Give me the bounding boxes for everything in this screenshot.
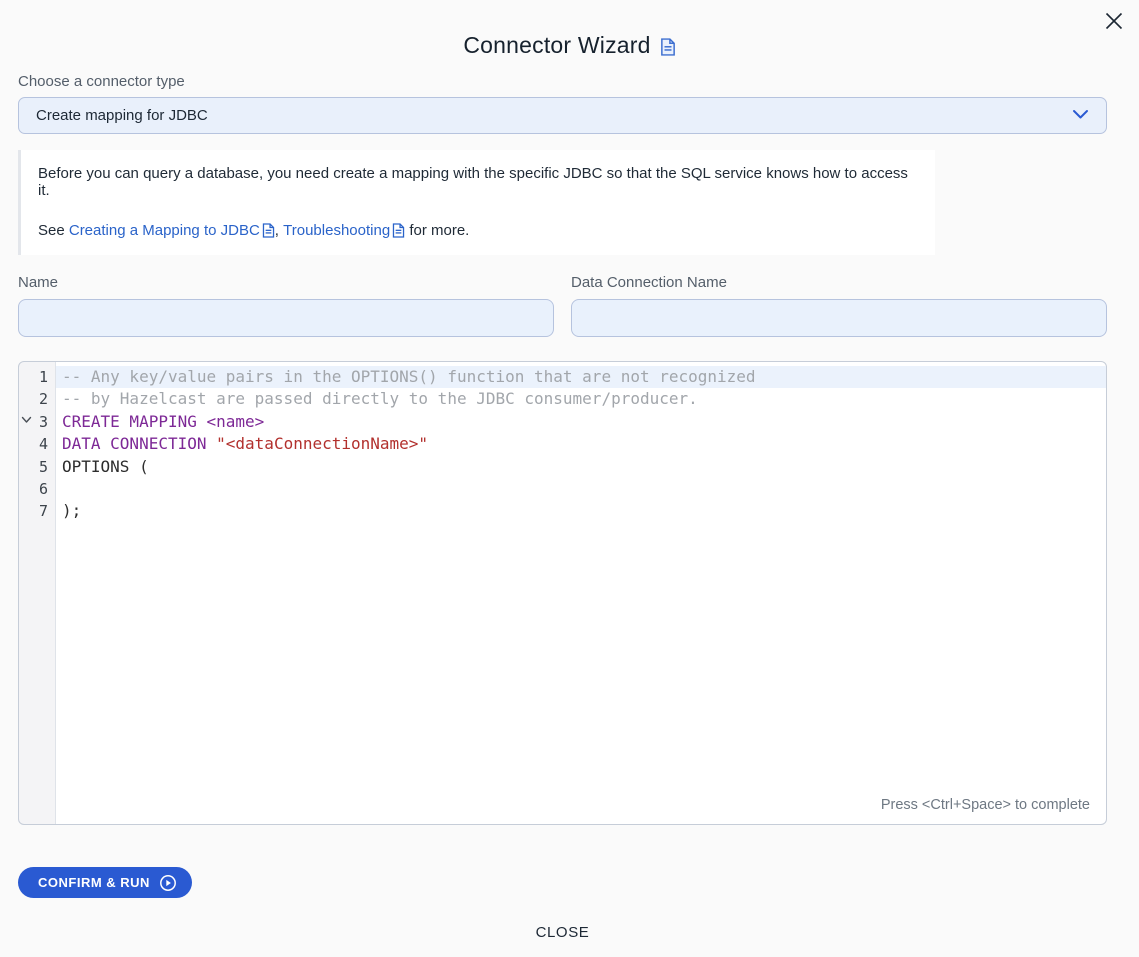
- form-row: Name Data Connection Name: [18, 274, 1107, 337]
- code-token-string: "<dataConnectionName>": [216, 434, 428, 453]
- name-field-group: Name: [18, 274, 554, 337]
- name-label: Name: [18, 274, 554, 291]
- line-number: 6: [19, 478, 56, 500]
- code-line[interactable]: 1 -- Any key/value pairs in the OPTIONS()…: [19, 366, 1106, 388]
- line-number-text: 6: [39, 480, 48, 498]
- dialog-footer: CLOSE: [18, 924, 1107, 942]
- docs-icon[interactable]: [660, 38, 676, 56]
- code-line-content: -- by Hazelcast are passed directly to t…: [56, 388, 1106, 410]
- line-number: 5: [19, 456, 56, 478]
- code-token-keyword: CREATE MAPPING: [62, 412, 197, 431]
- code-line[interactable]: 3 CREATE MAPPING <name>: [19, 411, 1106, 433]
- link-troubleshooting-label: Troubleshooting: [283, 222, 390, 239]
- link-creating-mapping-jdbc[interactable]: Creating a Mapping to JDBC: [69, 222, 275, 239]
- code-token-keyword: <name>: [207, 412, 265, 431]
- document-icon: [392, 223, 405, 238]
- close-button[interactable]: CLOSE: [536, 924, 590, 941]
- line-number-text: 2: [39, 390, 48, 408]
- code-line[interactable]: 2 -- by Hazelcast are passed directly to …: [19, 388, 1106, 410]
- confirm-run-label: CONFIRM & RUN: [38, 875, 150, 890]
- info-text: Before you can query a database, you nee…: [38, 165, 919, 199]
- close-icon[interactable]: [1099, 6, 1129, 39]
- line-number: 3: [19, 411, 56, 433]
- code-token-plain: OPTIONS (: [62, 457, 149, 476]
- connector-type-label: Choose a connector type: [18, 73, 1107, 90]
- code-token-keyword: DATA CONNECTION: [62, 434, 207, 453]
- code-token-plain: [207, 434, 217, 453]
- code-token-plain: );: [62, 501, 81, 520]
- dialog-body: Choose a connector type Create mapping f…: [18, 73, 1107, 942]
- code-line[interactable]: 6: [19, 478, 1106, 500]
- code-line-content: CREATE MAPPING <name>: [56, 411, 1106, 433]
- line-number: 2: [19, 388, 56, 410]
- code-token-comment: -- Any key/value pairs in the OPTIONS() …: [62, 367, 756, 386]
- info-box: Before you can query a database, you nee…: [18, 150, 935, 255]
- name-input[interactable]: [18, 299, 554, 337]
- data-connection-name-input[interactable]: [571, 299, 1107, 337]
- line-number-text: 5: [39, 458, 48, 476]
- connector-type-select[interactable]: Create mapping for JDBC: [18, 97, 1107, 134]
- connector-wizard-dialog: Connector Wizard Choose a connector type…: [0, 0, 1139, 957]
- code-lines: 1 -- Any key/value pairs in the OPTIONS()…: [19, 362, 1106, 523]
- code-line-content: );: [56, 500, 1106, 522]
- dialog-header: Connector Wizard: [0, 0, 1139, 59]
- line-number: 4: [19, 433, 56, 455]
- info-see-prefix: See: [38, 222, 69, 239]
- confirm-run-button[interactable]: CONFIRM & RUN: [18, 867, 192, 898]
- connector-type-value: Create mapping for JDBC: [36, 107, 208, 124]
- line-number: 7: [19, 500, 56, 522]
- code-line[interactable]: 4 DATA CONNECTION "<dataConnectionName>": [19, 433, 1106, 455]
- line-number-text: 1: [39, 368, 48, 386]
- info-links-separator: ,: [275, 222, 283, 239]
- code-line-content: -- Any key/value pairs in the OPTIONS() …: [56, 366, 1106, 388]
- line-number-text: 3: [39, 413, 48, 431]
- code-line-content: [56, 478, 1106, 500]
- editor-autocomplete-hint: Press <Ctrl+Space> to complete: [881, 797, 1090, 813]
- data-connection-name-field-group: Data Connection Name: [571, 274, 1107, 337]
- line-number-text: 4: [39, 435, 48, 453]
- page-title: Connector Wizard: [463, 32, 650, 59]
- code-line[interactable]: 5 OPTIONS (: [19, 456, 1106, 478]
- code-line[interactable]: 7);: [19, 500, 1106, 522]
- info-links-suffix: for more.: [405, 222, 469, 239]
- line-number-text: 7: [39, 502, 48, 520]
- chevron-down-icon: [1072, 107, 1089, 125]
- code-token-plain: [197, 412, 207, 431]
- code-line-content: OPTIONS (: [56, 456, 1106, 478]
- sql-code-editor[interactable]: 1 -- Any key/value pairs in the OPTIONS()…: [18, 361, 1107, 825]
- line-number: 1: [19, 366, 56, 388]
- code-token-comment: -- by Hazelcast are passed directly to t…: [62, 389, 698, 408]
- link-troubleshooting[interactable]: Troubleshooting: [283, 222, 405, 239]
- fold-chevron-down-icon[interactable]: [21, 416, 32, 424]
- document-icon: [262, 223, 275, 238]
- play-circle-icon: [159, 874, 177, 892]
- data-connection-name-label: Data Connection Name: [571, 274, 1107, 291]
- code-line-content: DATA CONNECTION "<dataConnectionName>": [56, 433, 1106, 455]
- link-creating-mapping-jdbc-label: Creating a Mapping to JDBC: [69, 222, 260, 239]
- info-links-line: See Creating a Mapping to JDBC , Tr: [38, 222, 919, 239]
